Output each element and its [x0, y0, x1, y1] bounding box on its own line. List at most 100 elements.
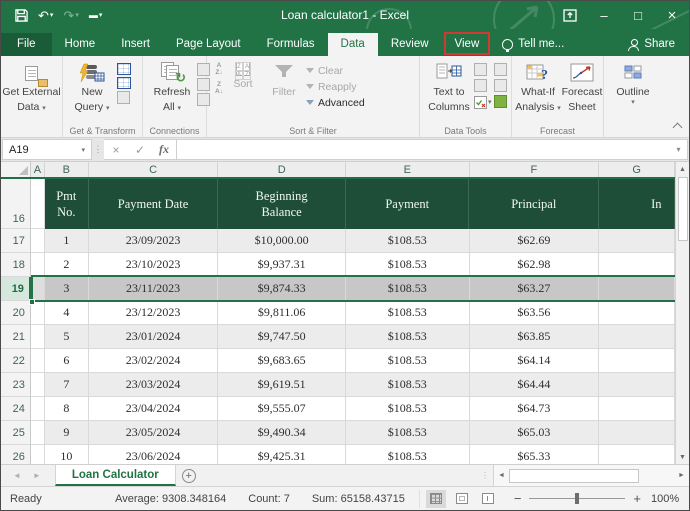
scroll-right-icon[interactable]: ►	[674, 465, 689, 486]
cell[interactable]: $108.53	[345, 349, 470, 373]
cell[interactable]: $9,490.34	[218, 421, 346, 445]
cell[interactable]: 7	[44, 373, 89, 397]
cell[interactable]: $108.53	[345, 421, 470, 445]
column-header-g[interactable]: G	[599, 162, 675, 177]
zoom-slider[interactable]	[529, 493, 626, 504]
column-header-c[interactable]: C	[88, 162, 219, 177]
name-box-dropdown-icon[interactable]: ▾	[81, 146, 85, 154]
what-if-analysis-button[interactable]: ? What-If Analysis ▾	[515, 59, 561, 115]
scroll-down-icon[interactable]: ▼	[675, 450, 689, 464]
cell[interactable]	[30, 325, 45, 349]
cell[interactable]: 23/01/2024	[88, 325, 219, 349]
tab-view[interactable]: View	[442, 32, 493, 56]
cell[interactable]: $108.53	[345, 301, 470, 325]
zoom-out-button[interactable]: −	[514, 491, 522, 506]
cell[interactable]: $64.73	[469, 397, 600, 421]
formula-bar-expand-icon[interactable]: ▾	[670, 139, 688, 160]
cell[interactable]: $64.14	[469, 349, 600, 373]
recent-sources-icon[interactable]	[117, 77, 131, 89]
column-header-b[interactable]: B	[44, 162, 89, 177]
tab-formulas[interactable]: Formulas	[254, 33, 328, 56]
tell-me-box[interactable]: Tell me...	[492, 33, 574, 56]
cell[interactable]: $63.85	[469, 325, 600, 349]
page-break-view-button[interactable]	[478, 490, 498, 508]
cell[interactable]: $9,425.31	[218, 445, 346, 464]
cell[interactable]: $9,937.31	[218, 253, 346, 277]
column-header-e[interactable]: E	[345, 162, 470, 177]
cell[interactable]: $108.53	[345, 373, 470, 397]
vertical-scroll-thumb[interactable]	[677, 177, 688, 241]
enter-icon[interactable]: ✓	[128, 143, 152, 157]
close-button[interactable]: ×	[655, 1, 689, 29]
insert-function-icon[interactable]: fx	[152, 142, 176, 157]
sort-ascending-icon[interactable]: A Z↓	[215, 62, 223, 76]
customize-qat-icon[interactable]: ▬ ▾	[89, 10, 103, 20]
cell[interactable]	[599, 325, 675, 349]
data-validation-icon[interactable]: ▾	[474, 95, 494, 109]
vertical-scrollbar[interactable]: ▲ ▼	[675, 162, 689, 464]
table-header-cell[interactable]: Pmt No.	[44, 179, 89, 229]
sort-button[interactable]: ZAAZ Sort	[223, 59, 263, 92]
cell[interactable]: $62.98	[469, 253, 600, 277]
cell[interactable]: 5	[44, 325, 89, 349]
tab-file[interactable]: File	[1, 33, 52, 56]
filter-button[interactable]: Filter	[263, 59, 305, 100]
cell[interactable]: $108.53	[345, 277, 470, 301]
cell[interactable]	[30, 421, 45, 445]
row-number[interactable]: 24	[1, 397, 31, 421]
cell[interactable]: 8	[44, 397, 89, 421]
clear-filter-button[interactable]: Clear	[305, 63, 365, 78]
manage-data-model-icon[interactable]	[494, 95, 507, 108]
refresh-all-button[interactable]: ↻ Refresh All ▾	[147, 59, 197, 115]
from-table-icon[interactable]	[117, 63, 131, 75]
cell[interactable]: 4	[44, 301, 89, 325]
row-number[interactable]: 17	[1, 229, 31, 253]
cell[interactable]	[30, 277, 45, 301]
cell[interactable]	[30, 301, 45, 325]
cell[interactable]	[30, 397, 45, 421]
undo-icon[interactable]: ↶ ▾	[38, 9, 53, 22]
sheet-next-icon[interactable]: ►	[33, 471, 41, 480]
zoom-slider-handle[interactable]	[575, 493, 580, 504]
cell[interactable]: 3	[44, 277, 89, 301]
new-query-button[interactable]: New Query ▾	[67, 59, 117, 115]
text-to-columns-button[interactable]: Text to Columns	[424, 59, 474, 115]
cell[interactable]: 23/04/2024	[88, 397, 219, 421]
flash-fill-icon[interactable]	[474, 63, 487, 76]
column-header-d[interactable]: D	[218, 162, 346, 177]
scroll-left-icon[interactable]: ◄	[494, 465, 509, 486]
cell[interactable]: 2	[44, 253, 89, 277]
reapply-button[interactable]: Reapply	[305, 79, 365, 94]
cell[interactable]	[30, 445, 45, 464]
tab-data[interactable]: Data	[327, 33, 378, 56]
cell[interactable]	[599, 373, 675, 397]
cell[interactable]: $9,747.50	[218, 325, 346, 349]
scroll-up-icon[interactable]: ▲	[675, 162, 689, 176]
cell[interactable]: $108.53	[345, 253, 470, 277]
name-box[interactable]: A19 ▾	[2, 139, 92, 160]
cell[interactable]: $9,619.51	[218, 373, 346, 397]
row-number[interactable]: 23	[1, 373, 31, 397]
row-number[interactable]: 19	[1, 277, 31, 301]
minimize-button[interactable]: –	[587, 1, 621, 29]
row-number[interactable]: 21	[1, 325, 31, 349]
cell[interactable]	[599, 229, 675, 253]
zoom-in-button[interactable]: +	[633, 491, 641, 506]
tab-review[interactable]: Review	[378, 33, 442, 56]
outline-button[interactable]: Outline ▾	[608, 59, 658, 109]
tab-insert[interactable]: Insert	[108, 33, 163, 56]
cell[interactable]: $63.27	[469, 277, 600, 301]
cell[interactable]: $108.53	[345, 229, 470, 253]
cell[interactable]	[30, 253, 45, 277]
maximize-button[interactable]: □	[621, 1, 655, 29]
cell[interactable]: $62.69	[469, 229, 600, 253]
get-external-data-button[interactable]: Get External Data ▾	[2, 59, 61, 115]
cell[interactable]: 9	[44, 421, 89, 445]
horizontal-scrollbar[interactable]: ◄ ►	[493, 465, 689, 486]
cell[interactable]: $65.33	[469, 445, 600, 464]
cell[interactable]	[599, 301, 675, 325]
normal-view-button[interactable]	[425, 489, 446, 508]
row-number[interactable]: 22	[1, 349, 31, 373]
cell[interactable]	[30, 229, 45, 253]
cell[interactable]: $9,555.07	[218, 397, 346, 421]
